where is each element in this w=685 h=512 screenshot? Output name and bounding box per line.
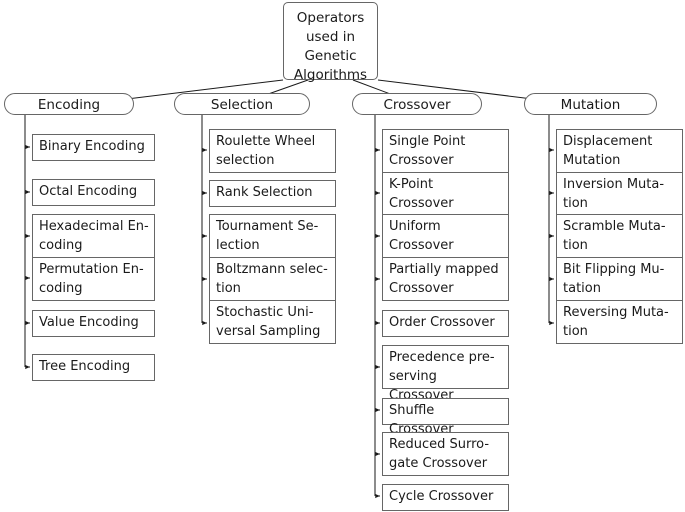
leaf-node-partially-mapped-crossover[interactable]: Partially mapped Crossover	[382, 257, 509, 301]
leaf-node-permutation-encoding[interactable]: Permutation En- coding	[32, 257, 155, 301]
leaf-node-shuffle-crossover[interactable]: Shuffle Crossover	[382, 398, 509, 437]
branch-edges-selection	[201, 115, 208, 326]
leaf-node-cycle-crossover[interactable]: Cycle Crossover	[382, 484, 509, 511]
leaf-node-reduced-surrogate-crossover[interactable]: Reduced Surro- gate Crossover	[382, 432, 509, 476]
leaf-node-uniform-crossover[interactable]: Uniform Crossover	[382, 214, 509, 258]
leaf-node-single-point-crossover[interactable]: Single Point Crossover	[382, 129, 509, 173]
leaf-node-octal-encoding[interactable]: Octal Encoding	[32, 179, 155, 206]
leaf-node-displacement-mutation[interactable]: Displacement Mutation	[556, 129, 683, 173]
leaf-node-reversing-mutation[interactable]: Reversing Muta- tion	[556, 300, 683, 344]
branch-node-mutation[interactable]: Mutation	[524, 93, 657, 115]
leaf-node-precedence-preserving-crossover[interactable]: Precedence pre- serving Crossover	[382, 345, 509, 403]
leaf-node-scramble-mutation[interactable]: Scramble Muta- tion	[556, 214, 683, 258]
leaf-node-rank-selection[interactable]: Rank Selection	[209, 180, 336, 207]
branch-edges-encoding	[24, 115, 31, 370]
leaf-node-inversion-mutation[interactable]: Inversion Muta- tion	[556, 172, 683, 216]
tree-diagram: Operators used in Genetic Algorithms Enc…	[0, 0, 685, 512]
leaf-node-k-point-crossover[interactable]: K-Point Crossover	[382, 172, 509, 216]
branch-node-selection[interactable]: Selection	[174, 93, 310, 115]
leaf-node-boltzmann-selection[interactable]: Boltzmann selec- tion	[209, 257, 336, 301]
leaf-node-tree-encoding[interactable]: Tree Encoding	[32, 354, 155, 381]
leaf-node-hexadecimal-encoding[interactable]: Hexadecimal En- coding	[32, 214, 155, 258]
leaf-node-stochastic-universal-sampling[interactable]: Stochastic Uni- versal Sampling	[209, 300, 336, 344]
leaf-node-value-encoding[interactable]: Value Encoding	[32, 310, 155, 337]
root-node[interactable]: Operators used in Genetic Algorithms	[283, 2, 378, 83]
leaf-node-binary-encoding[interactable]: Binary Encoding	[32, 134, 155, 161]
leaf-node-bit-flipping-mutation[interactable]: Bit Flipping Mu- tation	[556, 257, 683, 301]
leaf-node-roulette-wheel-selection[interactable]: Roulette Wheel selection	[209, 129, 336, 173]
branch-node-encoding[interactable]: Encoding	[4, 93, 134, 115]
branch-node-crossover[interactable]: Crossover	[352, 93, 482, 115]
branch-edges-crossover	[374, 115, 381, 499]
leaf-node-tournament-selection[interactable]: Tournament Se- lection	[209, 214, 336, 258]
leaf-node-order-crossover[interactable]: Order Crossover	[382, 310, 509, 337]
branch-edges-mutation	[548, 115, 555, 326]
